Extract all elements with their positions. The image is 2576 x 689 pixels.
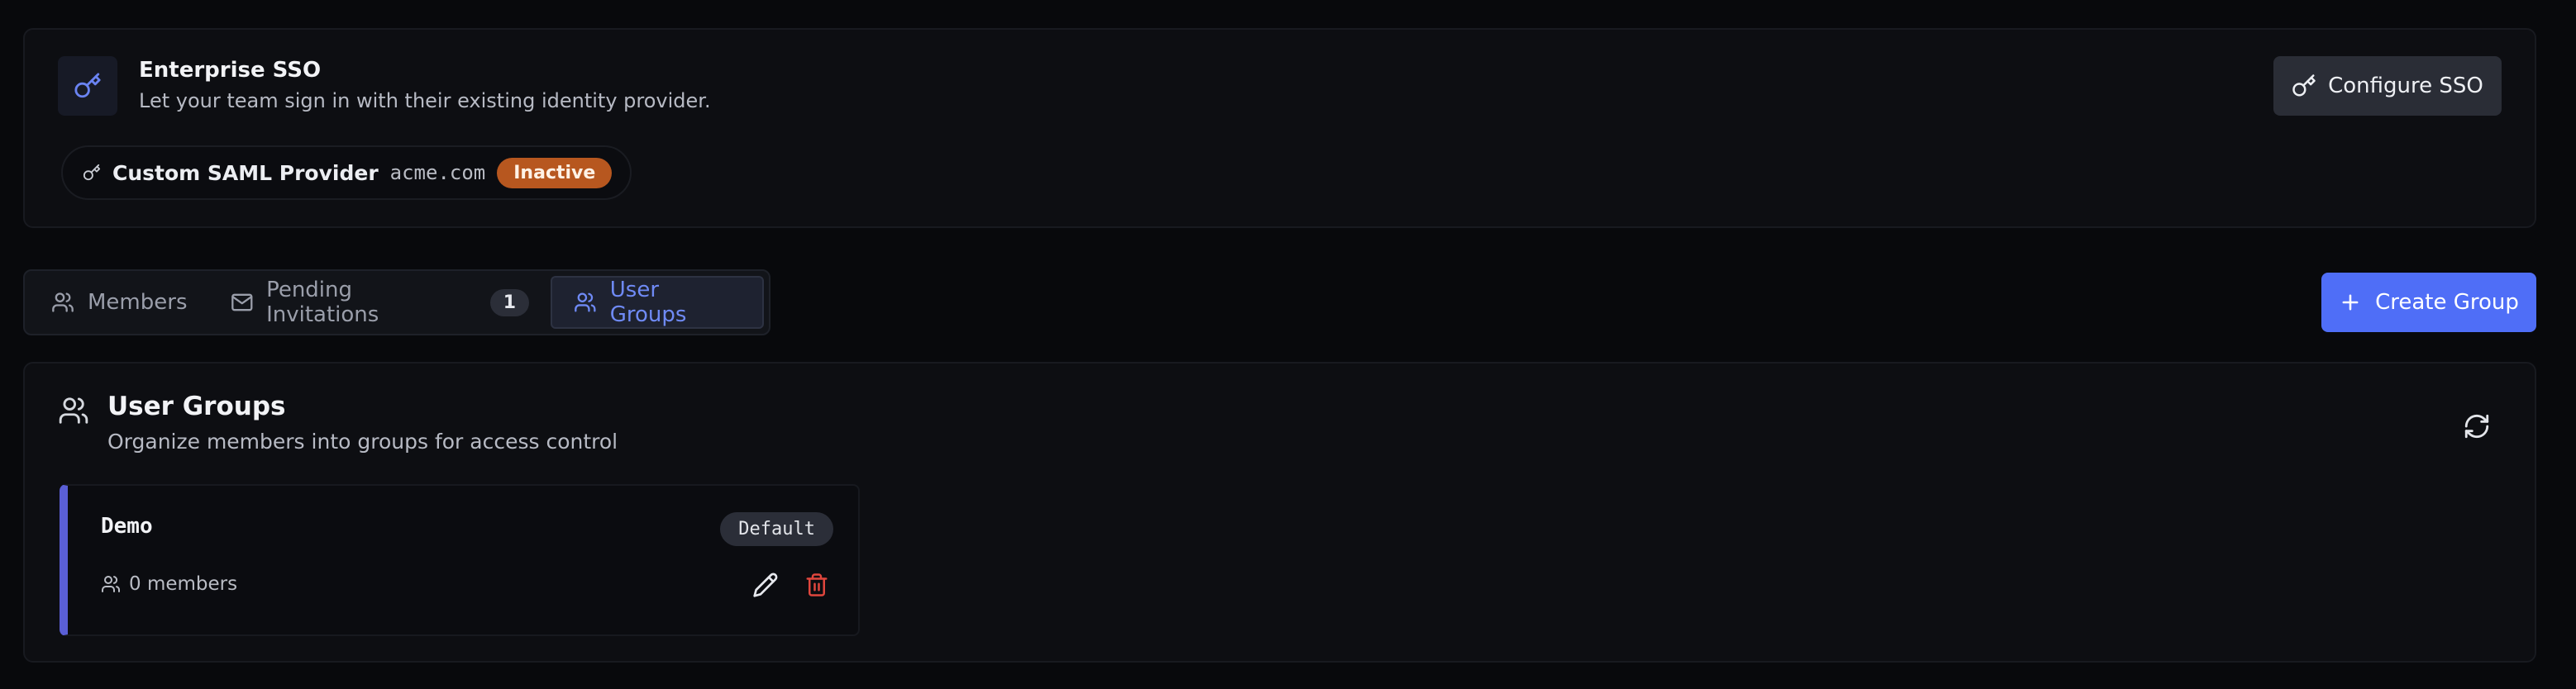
mail-icon <box>231 293 252 311</box>
member-count-label: 0 members <box>129 573 238 595</box>
tab-user-groups[interactable]: User Groups <box>551 276 764 329</box>
sso-card: Enterprise SSO Let your team sign in wit… <box>23 28 2536 228</box>
sso-icon-container <box>58 56 117 116</box>
users-icon <box>575 292 596 312</box>
configure-sso-button[interactable]: Configure SSO <box>2273 56 2502 116</box>
pencil-icon <box>753 573 778 597</box>
create-group-label: Create Group <box>2375 290 2519 315</box>
tab-members[interactable]: Members <box>30 276 209 329</box>
member-count: 0 members <box>101 573 237 595</box>
tab-pending-invitations-label: Pending Invitations <box>266 278 379 327</box>
user-groups-panel: User Groups Organize members into groups… <box>23 362 2536 663</box>
configure-sso-label: Configure SSO <box>2328 74 2483 98</box>
status-badge: Inactive <box>497 157 613 188</box>
pending-count-badge: 1 <box>489 288 530 316</box>
users-icon <box>52 292 74 312</box>
tab-user-groups-label: User Groups <box>609 278 687 327</box>
sso-provider-pill: Custom SAML Provider acme.com Inactive <box>61 145 632 200</box>
tab-pending-invitations[interactable]: Pending Invitations 1 <box>209 276 551 329</box>
refresh-icon <box>2464 414 2489 439</box>
plus-icon <box>2342 294 2359 311</box>
section-title: User Groups <box>107 392 286 421</box>
provider-domain: acme.com <box>389 161 486 184</box>
provider-name: Custom SAML Provider <box>112 160 379 185</box>
key-icon <box>74 73 101 98</box>
key-icon <box>83 164 101 181</box>
key-icon <box>2292 74 2316 97</box>
sso-description: Let your team sign in with their existin… <box>139 89 711 112</box>
delete-group-button[interactable] <box>800 568 833 601</box>
group-card[interactable]: Demo Default 0 members <box>60 484 860 636</box>
group-name: Demo <box>101 514 153 539</box>
section-description: Organize members into groups for access … <box>107 430 618 454</box>
create-group-button[interactable]: Create Group <box>2321 273 2536 332</box>
trash-icon <box>806 573 828 596</box>
tab-bar: Members Pending Invitations 1 User Group… <box>23 269 770 335</box>
tab-members-label: Members <box>88 290 188 315</box>
default-badge: Default <box>720 512 833 546</box>
users-icon <box>59 397 88 424</box>
edit-group-button[interactable] <box>749 568 782 601</box>
refresh-button[interactable] <box>2459 408 2495 444</box>
sso-title: Enterprise SSO <box>139 58 322 83</box>
users-icon <box>102 576 121 592</box>
